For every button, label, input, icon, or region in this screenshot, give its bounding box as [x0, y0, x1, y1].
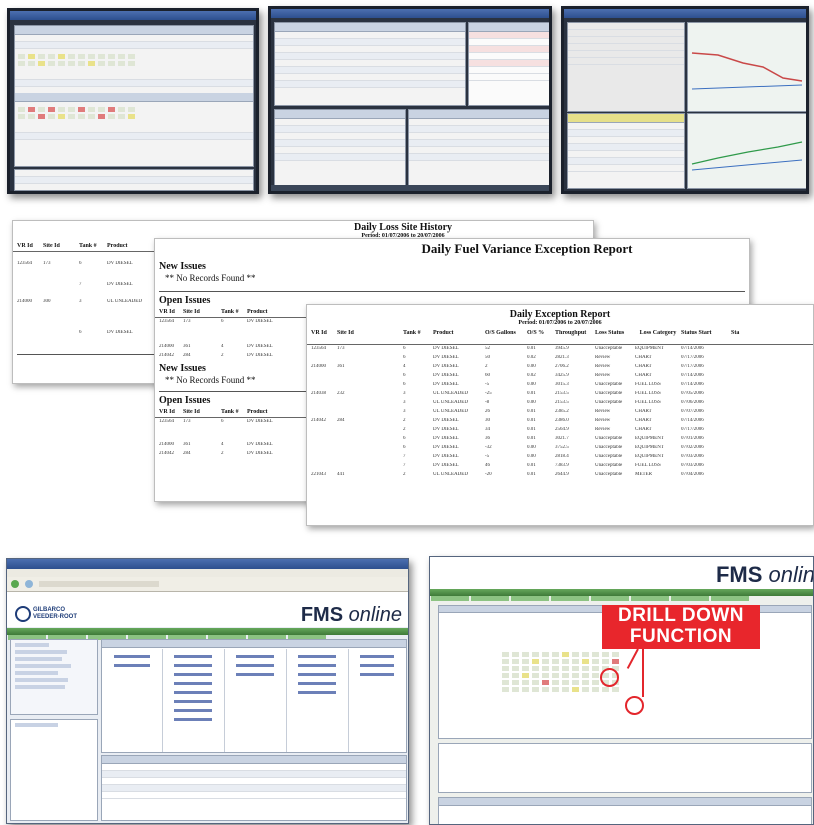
- screenshot-site-list: [7, 8, 259, 194]
- no-records-message: ** No Records Found **: [165, 273, 256, 283]
- table-row: 214000 361 4 DV DIESEL 2 0.00 2706.2 Review CHAR…: [311, 364, 704, 369]
- scheduled-reports-table: [101, 755, 407, 821]
- table-header: VR Id Site Id Tank # Product O/S Gallons…: [307, 328, 813, 345]
- nav-tab[interactable]: [711, 596, 749, 601]
- screenshot-tank-charts: [561, 6, 809, 194]
- table-row: 3 UL UNLEADED 26 0.01 2385.2 Review CHART 07/07…: [403, 409, 704, 414]
- inventory-trend-chart: [691, 52, 803, 90]
- table-row: 214038 232 3 UL UNLEADED -25 0.01 2153.5 Unacce…: [311, 391, 704, 396]
- callout-line-2: FUNCTION: [629, 626, 733, 647]
- tank-row: [499, 665, 811, 672]
- second-site-row: [438, 743, 812, 793]
- tank-details-form: [567, 22, 685, 112]
- report-title: Daily Fuel Variance Exception Report: [421, 241, 633, 256]
- summary-report-bar: [438, 797, 812, 824]
- table-row: 214042 284 2 DV DIESEL 30 0.01 2386.0 Review CHA…: [311, 418, 704, 423]
- tank-row: [499, 672, 811, 679]
- tank-row: [499, 651, 811, 658]
- report-title: Daily Exception Report: [509, 309, 611, 320]
- browser-menubar: [7, 569, 408, 577]
- table-row: 3 UL UNLEADED -8 0.00 2153.5 Unacceptable FUEL…: [403, 400, 704, 405]
- nav-tab[interactable]: [671, 596, 709, 601]
- fms-header: GILBARCO VEEDER-ROOT FMS online: [7, 599, 408, 627]
- reports-tree-panel: [10, 639, 98, 715]
- company-name-1: GILBARCO: [33, 607, 65, 613]
- report-daily-exception: Daily Exception Report Period: 01/07/200…: [306, 304, 814, 526]
- main-navigation: [7, 628, 408, 640]
- callout-line-1: DRILL DOWN: [617, 605, 745, 626]
- table-row: 7 DV DIESEL 46 0.01 7383.9 Unacceptable FUEL L…: [403, 463, 704, 468]
- inventory-chart-bottom: [687, 113, 806, 189]
- tank-row: [499, 658, 811, 665]
- highlight-circle-icon[interactable]: [600, 668, 619, 687]
- fms-header: FMS onlin: [430, 557, 813, 589]
- site-list-pane: [14, 25, 254, 167]
- summary-pane: [14, 169, 254, 191]
- table-row: 123564 173 6 DV DIESEL 52 0.01 3945.9 Unaccepta…: [311, 346, 704, 351]
- nav-tab[interactable]: [551, 596, 589, 601]
- back-button[interactable]: [11, 580, 19, 588]
- company-name-2: VEEDER-ROOT: [33, 614, 78, 620]
- browser-titlebar: [7, 559, 408, 569]
- nav-tab[interactable]: [511, 596, 549, 601]
- fms-brand: FMS online: [300, 604, 402, 626]
- company-logo-icon: [15, 606, 31, 622]
- tank-status-grid: [15, 53, 253, 60]
- forward-button[interactable]: [25, 580, 33, 588]
- table-row: 221043 441 2 UL UNLEADED -20 0.01 2644.9 Unacce…: [311, 472, 704, 477]
- tank-row: [499, 686, 811, 693]
- section-new-issues: New Issues: [159, 261, 206, 272]
- recent-deliveries-table: [274, 109, 406, 187]
- main-navigation: [430, 589, 813, 601]
- bookmarks-panel: [10, 719, 98, 821]
- browser-toolbar: [7, 577, 408, 592]
- report-period: Period: 01/07/2006 to 20/07/2006: [518, 320, 602, 326]
- window-titlebar: [564, 9, 806, 18]
- table-row: 6 DV DIESEL 60 0.02 3425.9 Review CHART 07/14/2…: [403, 373, 704, 378]
- tank-row: [499, 679, 811, 686]
- table-row: 6 DV DIESEL -32 0.00 3752.5 Unacceptable EQUIP…: [403, 445, 704, 450]
- drill-down-callout: DRILL DOWN FUNCTION: [602, 605, 760, 649]
- reconciliation-table: [408, 109, 549, 187]
- nav-tab[interactable]: [591, 596, 629, 601]
- screenshot-exception-grid: [268, 6, 552, 194]
- exceptions-table: [274, 22, 466, 106]
- alarm-list: [468, 22, 549, 106]
- report-links-grid: [101, 639, 407, 753]
- screenshot-fms-drilldown: FMS onlin DRILL DOWN FUNCTION: [429, 556, 814, 825]
- inventory-chart-top: [687, 22, 806, 112]
- highlight-circle-icon[interactable]: [625, 696, 644, 715]
- nav-tab[interactable]: [631, 596, 669, 601]
- exception-rows: 123564 173 6 DV DIESEL 52 0.01 3945.9 Unaccepta…: [307, 345, 813, 480]
- nav-tab[interactable]: [431, 596, 469, 601]
- fms-brand: FMS onlin: [715, 562, 814, 587]
- variance-trend-chart: [691, 141, 803, 171]
- table-row: 2 DV DIESEL 34 0.01 2564.9 Review CHART 07/17/2…: [403, 427, 704, 432]
- table-row: 6 DV DIESEL -5 0.00 3015.3 Unacceptable FUEL L…: [403, 382, 704, 387]
- report-title: Daily Loss Site History: [353, 222, 453, 233]
- window-titlebar: [271, 9, 549, 18]
- table-row: 6 DV DIESEL 36 0.01 3021.7 Unacceptable EQUIPM…: [403, 436, 704, 441]
- table-row: 6 DV DIESEL 50 0.02 2821.3 Review CHART 07/17/2…: [403, 355, 704, 360]
- window-titlebar: [10, 11, 256, 20]
- table-row: 7 DV DIESEL -5 0.00 2818.4 Unacceptable EQUIPM…: [403, 454, 704, 459]
- nav-tab[interactable]: [471, 596, 509, 601]
- screenshot-fms-portal: GILBARCO VEEDER-ROOT FMS online: [6, 558, 409, 824]
- callout-leader-line: [642, 649, 644, 697]
- readings-table: [567, 113, 685, 189]
- status-bar: [271, 185, 549, 191]
